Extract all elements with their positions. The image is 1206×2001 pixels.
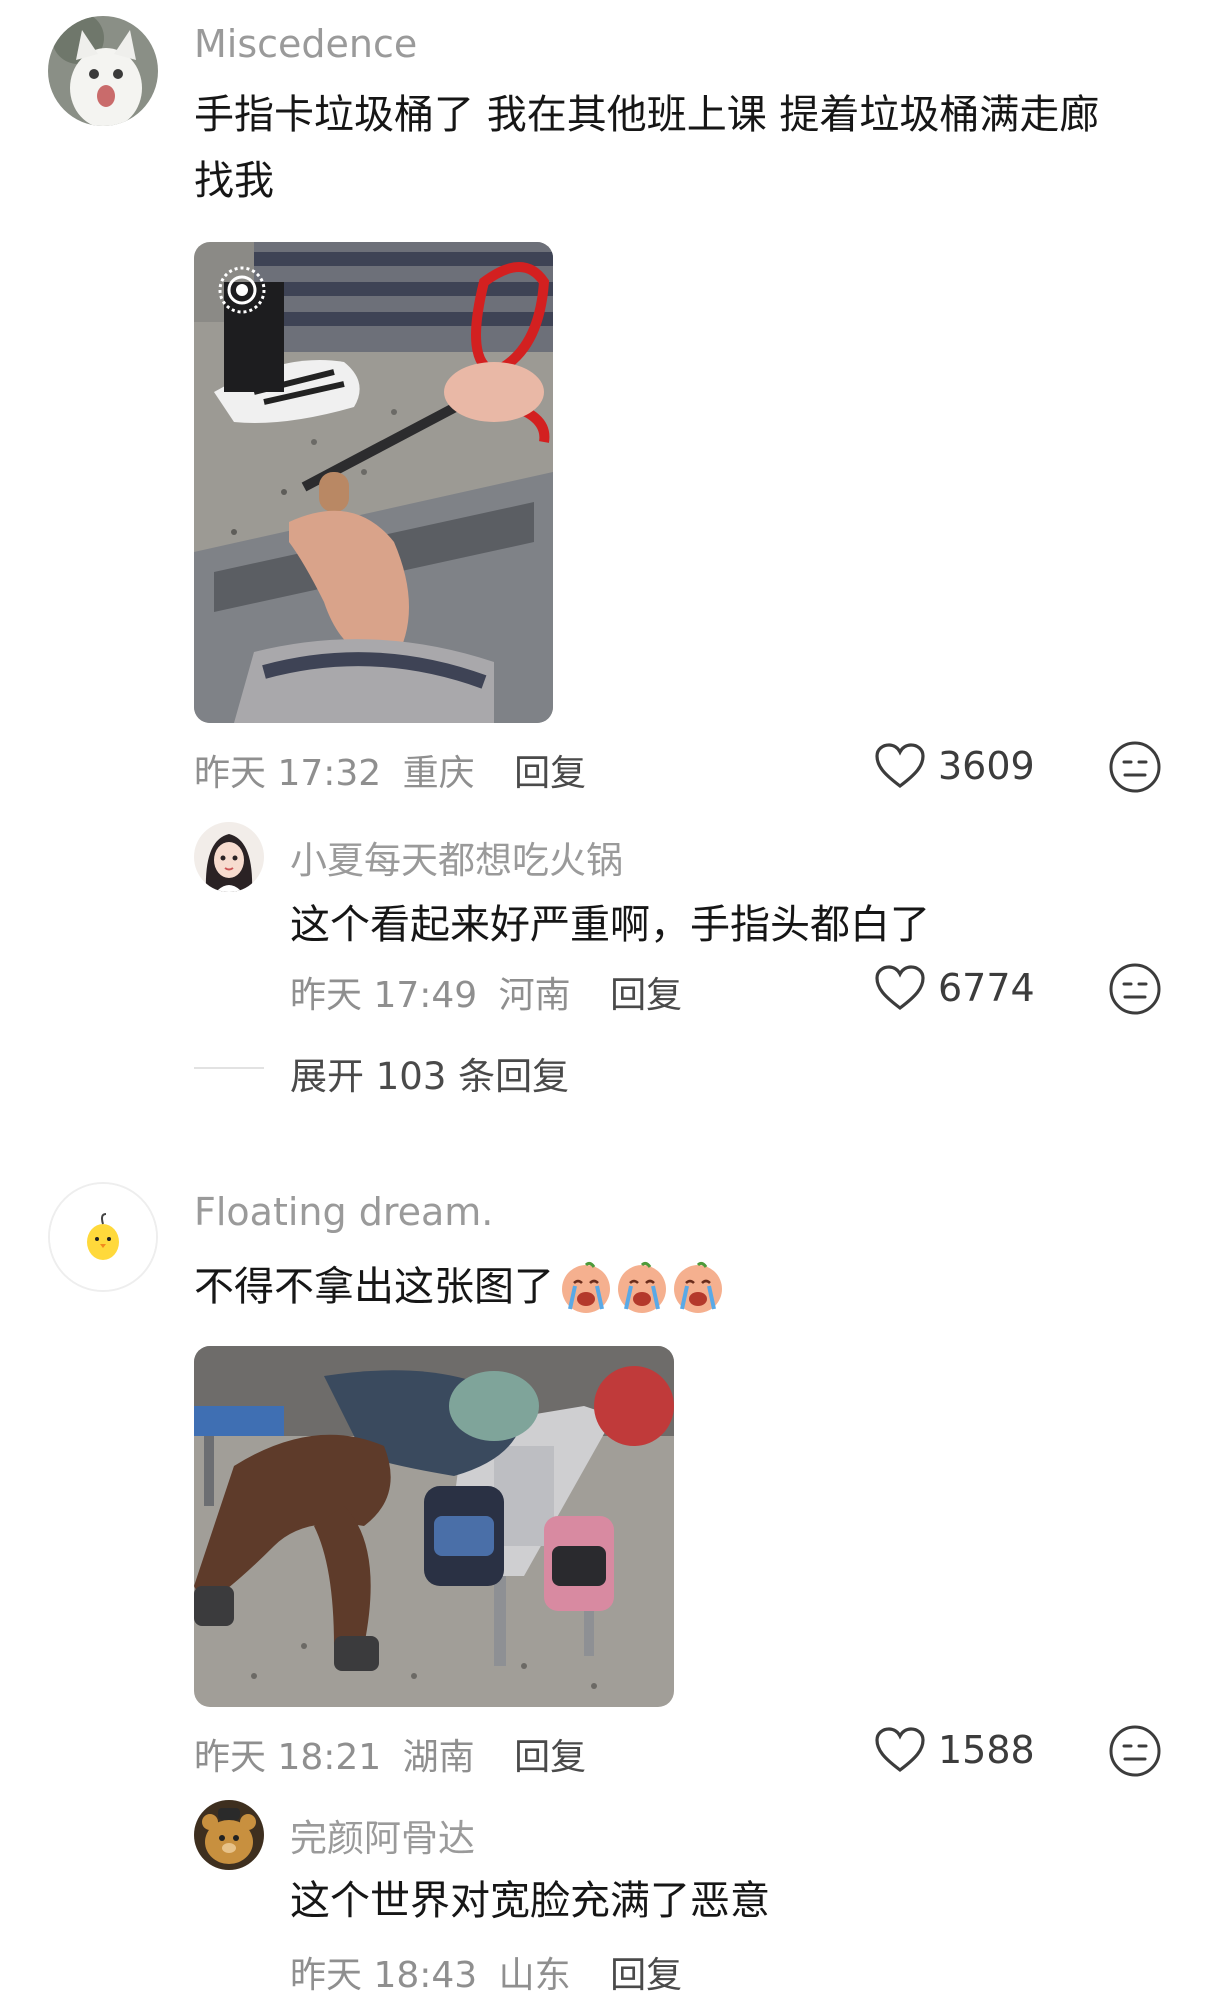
comment-meta: 昨天 17:32 重庆 回复 — [194, 744, 586, 796]
comment-text: 手指卡垃圾桶了 我在其他班上课 提着垃圾桶满走廊 找我 — [194, 82, 1154, 214]
comment-photo[interactable] — [194, 242, 553, 723]
heart-outline-icon — [875, 965, 925, 1011]
reply-meta: 昨天 17:49 河南 回复 — [290, 966, 682, 1018]
comment-text-line: 找我 — [194, 158, 274, 204]
reply-username[interactable]: 小夏每天都想吃火锅 — [290, 830, 623, 884]
reply-button[interactable]: 回复 — [514, 753, 586, 794]
comment-location: 重庆 — [402, 753, 475, 794]
reply-text: 这个看起来好严重啊，手指头都白了 — [290, 902, 930, 948]
expand-divider — [194, 1067, 264, 1069]
comment-time: 昨天 18:21 — [194, 1737, 382, 1778]
heart-outline-icon — [875, 1727, 925, 1773]
comment-username[interactable]: Miscedence — [194, 22, 417, 66]
like-button[interactable]: 6774 — [874, 964, 1035, 1012]
neutral-face-icon[interactable] — [1108, 1724, 1162, 1778]
photo-image — [194, 1346, 674, 1707]
reply-time: 昨天 17:49 — [290, 975, 478, 1016]
reply-button[interactable]: 回复 — [610, 1955, 682, 1996]
reply-button[interactable]: 回复 — [514, 1737, 586, 1778]
comment-location: 湖南 — [402, 1737, 475, 1778]
crying-face-emoji — [558, 1259, 726, 1315]
like-count: 3609 — [938, 744, 1035, 788]
girl-avatar-image — [194, 822, 264, 892]
comment-1: Miscedence 手指卡垃圾桶了 我在其他班上课 提着垃圾桶满走廊 找我 昨… — [0, 0, 1206, 1110]
reply-username[interactable]: 完颜阿骨达 — [290, 1808, 475, 1862]
reply-text: 这个世界对宽脸充满了恶意 — [290, 1878, 770, 1924]
heart-outline-icon — [875, 743, 925, 789]
reply-meta: 昨天 18:43 山东 回复 — [290, 1946, 682, 1998]
expand-replies-button[interactable]: 展开 103 条回复 — [290, 1046, 569, 1100]
reply-avatar[interactable] — [194, 1800, 264, 1870]
like-count: 6774 — [938, 966, 1035, 1010]
comment-text-line: 手指卡垃圾桶了 我在其他班上课 提着垃圾桶满走廊 — [194, 92, 1100, 138]
chick-avatar-image — [50, 1184, 156, 1290]
comment-meta: 昨天 18:21 湖南 回复 — [194, 1728, 586, 1780]
comment-2: Floating dream. 不得不拿出这张图了 昨天 18:21 湖南 回复… — [0, 1150, 1206, 2001]
bear-avatar-image — [194, 1800, 264, 1870]
comment-time: 昨天 17:32 — [194, 753, 382, 794]
reply-time: 昨天 18:43 — [290, 1955, 478, 1996]
comment-text: 不得不拿出这张图了 — [194, 1254, 726, 1320]
neutral-face-icon[interactable] — [1108, 962, 1162, 1016]
reply-avatar[interactable] — [194, 822, 264, 892]
comment-username[interactable]: Floating dream. — [194, 1190, 493, 1234]
reply-location: 山东 — [498, 1955, 571, 1996]
reply-button[interactable]: 回复 — [610, 975, 682, 1016]
like-button[interactable]: 3609 — [874, 742, 1035, 790]
like-count: 1588 — [938, 1728, 1035, 1772]
avatar[interactable] — [48, 1182, 158, 1292]
reply-location: 河南 — [498, 975, 571, 1016]
like-button[interactable]: 1588 — [874, 1726, 1035, 1774]
avatar[interactable] — [48, 16, 158, 126]
comment-photo[interactable] — [194, 1346, 674, 1707]
cat-avatar-image — [48, 16, 158, 126]
neutral-face-icon[interactable] — [1108, 740, 1162, 794]
live-photo-icon[interactable] — [216, 264, 268, 316]
comment-text-content: 不得不拿出这张图了 — [194, 1264, 554, 1310]
